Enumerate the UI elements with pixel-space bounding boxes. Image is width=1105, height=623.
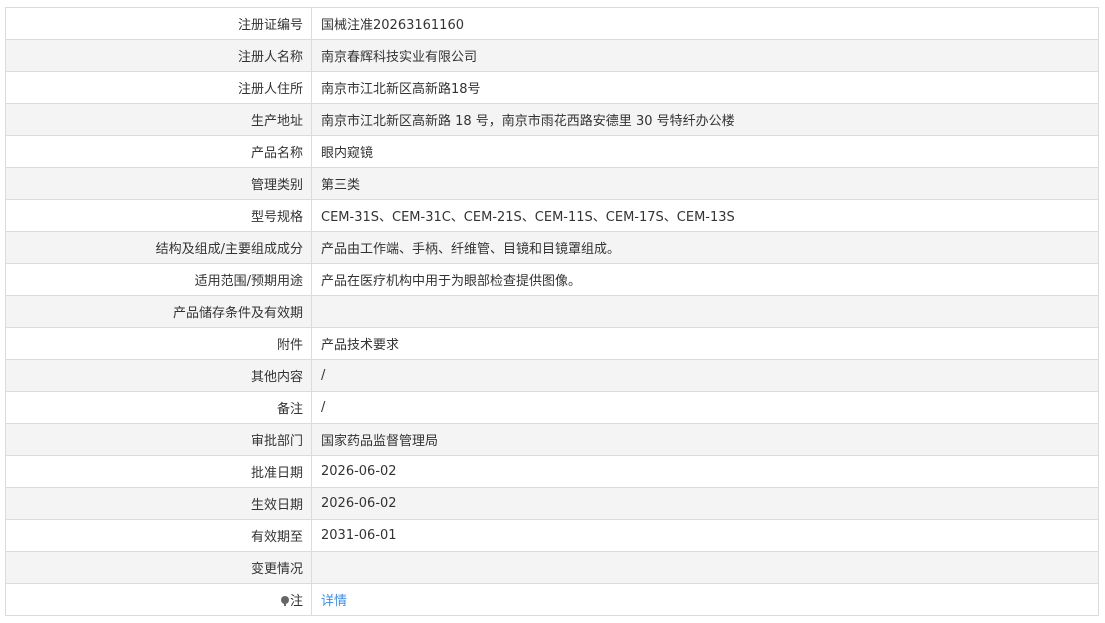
- row-value: 国家药品监督管理局: [311, 423, 1099, 456]
- row-value: 眼内窥镜: [311, 135, 1099, 168]
- row-value: 2031-06-01: [311, 519, 1099, 552]
- table-row: 备注 /: [5, 391, 1099, 424]
- table-row: 型号规格 CEM-31S、CEM-31C、CEM-21S、CEM-11S、CEM…: [5, 199, 1099, 232]
- table-row: 注册人名称 南京春辉科技实业有限公司: [5, 39, 1099, 72]
- row-label: 生效日期: [5, 487, 312, 520]
- table-row: 注册证编号 国械注准20263161160: [5, 7, 1099, 40]
- row-label: 生产地址: [5, 103, 312, 136]
- row-label: 注册人住所: [5, 71, 312, 104]
- registration-info-table: 注册证编号 国械注准20263161160 注册人名称 南京春辉科技实业有限公司…: [5, 7, 1099, 616]
- row-value: [311, 551, 1099, 584]
- row-label: 审批部门: [5, 423, 312, 456]
- row-label: 变更情况: [5, 551, 312, 584]
- note-row: 注 详情: [5, 583, 1099, 616]
- row-value: CEM-31S、CEM-31C、CEM-21S、CEM-11S、CEM-17S、…: [311, 199, 1099, 232]
- row-value: 产品在医疗机构中用于为眼部检查提供图像。: [311, 263, 1099, 296]
- table-row: 生效日期 2026-06-02: [5, 487, 1099, 520]
- row-label: 备注: [5, 391, 312, 424]
- lightbulb-icon: [280, 596, 289, 606]
- table-row: 批准日期 2026-06-02: [5, 455, 1099, 488]
- details-link[interactable]: 详情: [321, 594, 347, 609]
- table-row: 适用范围/预期用途 产品在医疗机构中用于为眼部检查提供图像。: [5, 263, 1099, 296]
- row-value: 南京市江北新区高新路18号: [311, 71, 1099, 104]
- row-value: 国械注准20263161160: [311, 7, 1099, 40]
- row-value: 2026-06-02: [311, 455, 1099, 488]
- row-label: 管理类别: [5, 167, 312, 200]
- table-row: 有效期至 2031-06-01: [5, 519, 1099, 552]
- table-row: 产品名称 眼内窥镜: [5, 135, 1099, 168]
- row-label: 适用范围/预期用途: [5, 263, 312, 296]
- table-row: 变更情况: [5, 551, 1099, 584]
- table-row: 结构及组成/主要组成成分 产品由工作端、手柄、纤维管、目镜和目镜罩组成。: [5, 231, 1099, 264]
- row-value: 南京市江北新区高新路 18 号，南京市雨花西路安德里 30 号特纤办公楼: [311, 103, 1099, 136]
- table-row: 注册人住所 南京市江北新区高新路18号: [5, 71, 1099, 104]
- note-value-cell: 详情: [311, 583, 1099, 616]
- table-row: 其他内容 /: [5, 359, 1099, 392]
- row-label: 其他内容: [5, 359, 312, 392]
- row-label: 批准日期: [5, 455, 312, 488]
- row-value: /: [311, 359, 1099, 392]
- row-value: 2026-06-02: [311, 487, 1099, 520]
- row-label: 附件: [5, 327, 312, 360]
- row-value: /: [311, 391, 1099, 424]
- row-label: 结构及组成/主要组成成分: [5, 231, 312, 264]
- table-row: 审批部门 国家药品监督管理局: [5, 423, 1099, 456]
- row-label: 产品名称: [5, 135, 312, 168]
- note-label: 注: [289, 594, 303, 609]
- row-value: 产品技术要求: [311, 327, 1099, 360]
- table-row: 管理类别 第三类: [5, 167, 1099, 200]
- table-row: 产品储存条件及有效期: [5, 295, 1099, 328]
- row-value: 产品由工作端、手柄、纤维管、目镜和目镜罩组成。: [311, 231, 1099, 264]
- row-label: 型号规格: [5, 199, 312, 232]
- table-row: 生产地址 南京市江北新区高新路 18 号，南京市雨花西路安德里 30 号特纤办公…: [5, 103, 1099, 136]
- row-label: 产品储存条件及有效期: [5, 295, 312, 328]
- row-label: 注册证编号: [5, 7, 312, 40]
- table-row: 附件 产品技术要求: [5, 327, 1099, 360]
- note-label-cell: 注: [5, 583, 312, 616]
- row-label: 有效期至: [5, 519, 312, 552]
- row-value: 第三类: [311, 167, 1099, 200]
- row-value: [311, 295, 1099, 328]
- row-value: 南京春辉科技实业有限公司: [311, 39, 1099, 72]
- row-label: 注册人名称: [5, 39, 312, 72]
